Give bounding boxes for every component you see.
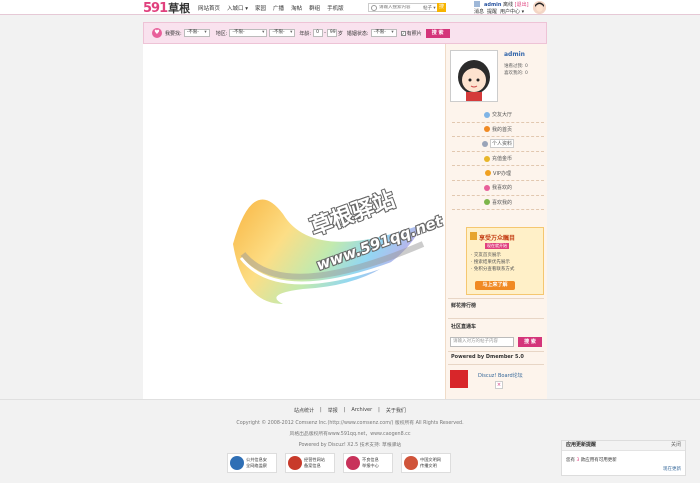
profile-name[interactable]: admin [504,51,525,58]
notifications-link[interactable]: 提醒 [487,8,497,15]
site-watermark: 草根驿站 www.591qq.net [223,154,445,314]
province-select[interactable]: -不限- ▾ [229,29,268,37]
want-label: 我要找: [165,30,182,37]
city-select[interactable]: -不限- ▾ [269,29,296,37]
search-icon [371,4,377,11]
flower-rank-title: 鲜花排行榜 [451,303,477,309]
nav-item-home-space[interactable]: 家园 [255,4,266,12]
user-line: admin 离线 [退出] [484,1,529,8]
user-box: admin 离线 [退出] 消息 提醒 用户中心 ▾ [472,1,532,15]
notice-body: 您有 3 款应用有可用更新 [566,458,617,463]
update-now-link[interactable]: 现在更新 [663,466,681,472]
has-photo-label: 有照片 [406,30,422,37]
search-scope-select[interactable]: 帖子 ▾ [423,5,436,11]
age-unit: 岁 [337,30,343,37]
promo-title: 享受万众瞩目 [479,235,516,242]
menu-item-dating-hall[interactable]: 交友大厅 [452,108,544,123]
footer-link-about[interactable]: 关于我们 [386,407,406,414]
police-icon [288,456,302,470]
gender-select[interactable]: -不限- ▾ [183,29,210,37]
notice-close-link[interactable]: 关闭 [671,441,681,450]
profile-views: 谁看过我: 0 [504,64,528,69]
smile-icon [483,199,490,206]
seal-icon [404,456,418,470]
promo-item: · 搜索结果优先展示 [471,260,510,265]
footer-badges: 公共信息安 全网络监察 经营性网站 备案信息 不良信息 举报中心 中国文明网 传播文明 [227,453,451,473]
marriage-label: 婚姻状态: [346,30,369,37]
coin-icon [483,155,490,162]
main-content: 草根驿站 www.591qq.net [143,44,445,399]
discuz-board-thumbnail[interactable] [450,370,468,388]
avatar[interactable] [533,1,546,14]
user-links: 消息 提醒 用户中心 ▾ [474,8,524,15]
cloud-icon [483,111,490,118]
heart-icon: ♥ [152,28,162,38]
community-title: 社区直通车 [451,324,477,330]
main-nav: 网站首页 入城口 ▾ 家园 广播 淘帖 群组 手机版 [198,4,344,12]
user-mini-icon [474,1,480,7]
footer-link-report[interactable]: 举报 [328,407,338,414]
nav-item-groups[interactable]: 群组 [309,4,320,12]
shield-icon [230,456,244,470]
search-box: 帖子 ▾ 搜 [368,3,446,12]
promo-tag: 现在就开始 [485,243,509,249]
discuz-board-link[interactable]: Discuz! Board论坛 [478,372,523,379]
nav-item-collection[interactable]: 淘帖 [291,4,302,12]
footer-links: 站点统计 | 举报 | Archiver | 关于我们 [294,407,406,414]
age-from-input[interactable]: 0 [313,29,324,37]
menu-item-vip[interactable]: VIP办理 [452,166,544,181]
footer-hosted: 风格出品版权所有www.591qq.net，www.caogen8.cc [289,432,411,437]
nav-item-broadcast[interactable]: 广播 [273,4,284,12]
promo-learn-more-button[interactable]: 马上来了解 [475,281,515,290]
vip-icon [470,232,477,240]
nav-item-entrance[interactable]: 入城口 ▾ [227,4,248,12]
report-icon [346,456,360,470]
menu-item-profile[interactable]: 个人资料 [452,137,544,152]
profile-icon [481,140,488,147]
menu-item-likes-me[interactable]: 喜欢我的 [452,196,544,211]
badge-report-center[interactable]: 不良信息 举报中心 [343,453,393,473]
logo-text: 草根 [168,2,191,15]
filter-search-button[interactable]: 搜 索 [425,28,450,38]
user-center-link[interactable]: 用户中心 ▾ [500,8,524,15]
search-button[interactable]: 搜 [437,3,446,12]
menu-item-i-like[interactable]: 我喜欢的 [452,181,544,196]
profile-likes: 喜欢我的: 0 [504,71,528,76]
profile-photo[interactable] [450,50,498,102]
age-to-input[interactable]: 99 [326,29,337,37]
area-label: 地区: [215,30,228,37]
footer-link-archiver[interactable]: Archiver [351,407,372,414]
promo-item: · 交友首页展示 [471,253,501,258]
heart-icon [483,184,490,191]
footer-copyright: Copyright © 2008-2012 Comsenz Inc.(http:… [236,421,464,426]
menu-item-recharge[interactable]: 充值金币 [452,152,544,167]
member-search-bar: ♥ 我要找: -不限- ▾ 地区: -不限- ▾ -不限- ▾ 年龄: 0 - 99 … [143,22,547,44]
has-photo-checkbox[interactable]: ✓ [400,30,406,36]
crown-icon [485,170,492,177]
nav-item-home[interactable]: 网站首页 [198,4,220,12]
logo-mark: 591 [143,0,168,16]
vip-promo: 享受万众瞩目 现在就开始 · 交友首页展示 · 搜索结果优先展示 · 免积分查看… [466,227,544,295]
promo-item: · 免积分查看联系方式 [471,267,515,272]
search-input[interactable] [379,5,421,10]
marriage-select[interactable]: -不限- ▾ [370,29,397,37]
footer-link-stats[interactable]: 站点统计 [294,407,314,414]
messages-link[interactable]: 消息 [474,8,484,15]
notice-title: 应用更新提醒 [566,442,597,448]
top-navbar: 591 草根 网站首页 入城口 ▾ 家园 广播 淘帖 群组 手机版 帖子 ▾ 搜… [0,0,700,16]
badge-public-security[interactable]: 公共信息安 全网络监察 [227,453,277,473]
close-icon[interactable]: × [495,381,503,389]
powered-by-dmember: Powered by Dmember 5.0 [451,354,524,360]
badge-website-filing[interactable]: 经营性网站 备案信息 [285,453,335,473]
app-update-notice: 应用更新提醒 关闭 您有 3 款应用有可用更新 现在更新 [561,440,686,476]
profile-menu: 交友大厅 我的首页 个人资料 充值金币 VIP办理 我喜欢的 喜欢我的 [452,108,544,211]
post-search-button[interactable]: 搜 索 [518,337,542,347]
post-search-input[interactable]: 请输入对方的帖子内容 [450,337,514,347]
nav-item-mobile[interactable]: 手机版 [327,4,344,12]
menu-item-my-home[interactable]: 我的首页 [452,123,544,138]
badge-civilization[interactable]: 中国文明网 传播文明 [401,453,451,473]
age-label: 年龄: [299,30,312,37]
site-logo[interactable]: 591 草根 [143,0,191,16]
home-icon [483,126,490,133]
